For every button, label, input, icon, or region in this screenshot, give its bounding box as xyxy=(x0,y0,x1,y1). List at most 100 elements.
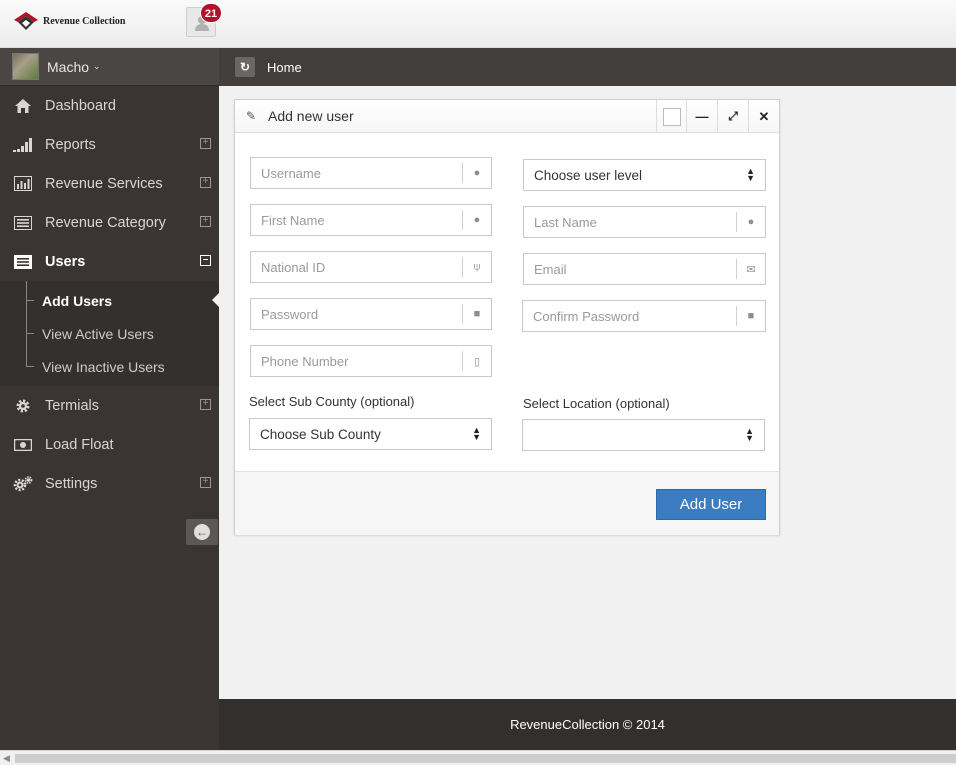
refresh-icon[interactable]: ↻ xyxy=(235,57,255,77)
submenu-item-view-inactive-users[interactable]: View Inactive Users xyxy=(0,350,219,383)
user-level-select[interactable]: Choose user level ▲ ▼ xyxy=(523,159,766,191)
sidebar-item-label: Revenue Services xyxy=(45,175,163,192)
breadcrumb-home[interactable]: Home xyxy=(267,60,302,75)
panel-footer: Add User xyxy=(235,471,779,535)
expand-icon[interactable]: + xyxy=(200,138,211,149)
sidebar-item-reports[interactable]: Reports + xyxy=(0,125,219,164)
close-icon: ✕ xyxy=(758,108,770,124)
panel-title: Add new user xyxy=(268,108,354,124)
sidebar-item-label: Termials xyxy=(45,397,99,414)
expand-icon[interactable]: + xyxy=(200,399,211,410)
top-bar: Revenue Collection 21 xyxy=(0,0,956,48)
location-label: Select Location (optional) xyxy=(523,396,670,411)
mobile-icon: ▯ xyxy=(462,351,491,371)
add-user-panel: ✎ Add new user — ⤢ ✕ ● ● ⍦ ■ ▯ Select Su… xyxy=(234,99,780,535)
chevron-down-icon: ⌄ xyxy=(93,61,101,71)
bar-chart-icon xyxy=(13,176,33,192)
first-name-field[interactable]: ● xyxy=(250,204,492,236)
fullscreen-button[interactable]: ⤢ xyxy=(717,100,748,133)
select-arrows-icon: ▲ ▼ xyxy=(472,425,481,442)
horizontal-scrollbar[interactable]: ◀ xyxy=(0,750,956,765)
expand-arrows-icon: ⤢ xyxy=(728,109,738,123)
home-icon xyxy=(13,98,33,114)
sub-county-value: Choose Sub County xyxy=(260,426,381,442)
breadcrumb: ↻ Home xyxy=(219,48,956,86)
bar-signal-icon xyxy=(13,137,33,153)
submenu-item-add-users[interactable]: Add Users xyxy=(0,284,219,317)
expand-icon[interactable]: + xyxy=(200,177,211,188)
scrollbar-thumb[interactable] xyxy=(15,754,956,763)
list-icon xyxy=(13,254,33,270)
national-id-input[interactable] xyxy=(251,252,462,282)
gear-icon xyxy=(13,398,33,414)
user-menu[interactable]: Macho ⌄ xyxy=(0,48,219,86)
sidebar-item-label: Users xyxy=(45,253,86,270)
sidebar-item-dashboard[interactable]: Dashboard xyxy=(0,86,219,125)
username-field[interactable]: ● xyxy=(250,157,492,189)
sidebar-item-label: Revenue Category xyxy=(45,214,166,231)
user-name: Macho xyxy=(47,58,90,75)
first-name-input[interactable] xyxy=(251,205,462,235)
expand-icon[interactable]: + xyxy=(200,477,211,488)
expand-icon[interactable]: + xyxy=(200,216,211,227)
select-arrows-icon: ▲ ▼ xyxy=(745,426,754,443)
envelope-icon: ✉ xyxy=(736,259,765,279)
sidebar-item-label: Dashboard xyxy=(45,97,116,114)
sub-county-label: Select Sub County (optional) xyxy=(249,394,415,409)
logo-mark-icon xyxy=(14,12,38,30)
confirm-password-field[interactable]: ■ xyxy=(522,300,766,332)
password-field[interactable]: ■ xyxy=(250,298,492,330)
user-icon: ● xyxy=(736,212,765,232)
national-id-field[interactable]: ⍦ xyxy=(250,251,492,283)
copyright-text: RevenueCollection © 2014 xyxy=(510,717,665,732)
sidebar-item-settings[interactable]: Settings + xyxy=(0,464,219,503)
avatar xyxy=(12,53,39,80)
panel-color-button[interactable] xyxy=(656,100,686,133)
sidebar-item-revenue-services[interactable]: Revenue Services + xyxy=(0,164,219,203)
sidebar-item-termials[interactable]: Termials + xyxy=(0,386,219,425)
phone-number-field[interactable]: ▯ xyxy=(250,345,492,377)
money-icon xyxy=(13,437,33,453)
close-button[interactable]: ✕ xyxy=(748,100,779,133)
logo-text: Revenue Collection xyxy=(43,15,126,27)
scroll-left-icon[interactable]: ◀ xyxy=(3,753,10,764)
confirm-password-input[interactable] xyxy=(523,301,736,331)
sidebar-item-label: Settings xyxy=(45,475,98,492)
notification-badge[interactable]: 21 xyxy=(200,3,222,23)
email-field[interactable]: ✉ xyxy=(523,253,766,285)
minus-icon: — xyxy=(695,109,709,124)
phone-number-input[interactable] xyxy=(251,346,462,376)
minimize-button[interactable]: — xyxy=(686,100,717,133)
fingerprint-icon: ⍦ xyxy=(462,257,491,277)
sub-county-select[interactable]: Choose Sub County ▲ ▼ xyxy=(249,418,492,450)
lock-icon: ■ xyxy=(736,306,765,326)
sidebar-item-users[interactable]: Users – xyxy=(0,242,219,281)
last-name-input[interactable] xyxy=(524,207,736,237)
password-input[interactable] xyxy=(251,299,462,329)
sidebar-collapse-button[interactable]: ← xyxy=(186,519,218,545)
last-name-field[interactable]: ● xyxy=(523,206,766,238)
list-icon xyxy=(13,215,33,231)
sidebar-item-label: Load Float xyxy=(45,436,114,453)
submenu-item-view-active-users[interactable]: View Active Users xyxy=(0,317,219,350)
edit-icon: ✎ xyxy=(246,109,257,123)
sidebar-item-revenue-category[interactable]: Revenue Category + xyxy=(0,203,219,242)
user-icon: ● xyxy=(462,210,491,230)
email-input[interactable] xyxy=(524,254,736,284)
sidebar-item-label: Reports xyxy=(45,136,96,153)
collapse-icon[interactable]: – xyxy=(200,255,211,266)
user-icon: ● xyxy=(462,163,491,183)
user-level-value: Choose user level xyxy=(534,167,643,183)
app-logo[interactable]: Revenue Collection xyxy=(13,10,126,32)
panel-header: ✎ Add new user — ⤢ ✕ xyxy=(235,100,779,133)
location-select[interactable]: ▲ ▼ xyxy=(522,419,765,451)
username-input[interactable] xyxy=(251,158,462,188)
users-submenu: Add Users View Active Users View Inactiv… xyxy=(0,281,219,386)
panel-toolbar: — ⤢ ✕ xyxy=(656,100,779,133)
select-arrows-icon: ▲ ▼ xyxy=(746,166,755,183)
gears-icon xyxy=(13,475,33,492)
add-user-button[interactable]: Add User xyxy=(656,489,766,520)
sidebar-item-load-float[interactable]: Load Float xyxy=(0,425,219,464)
sidebar: Macho ⌄ Dashboard Reports + Revenue Serv… xyxy=(0,48,219,750)
color-swatch-icon xyxy=(662,107,681,126)
